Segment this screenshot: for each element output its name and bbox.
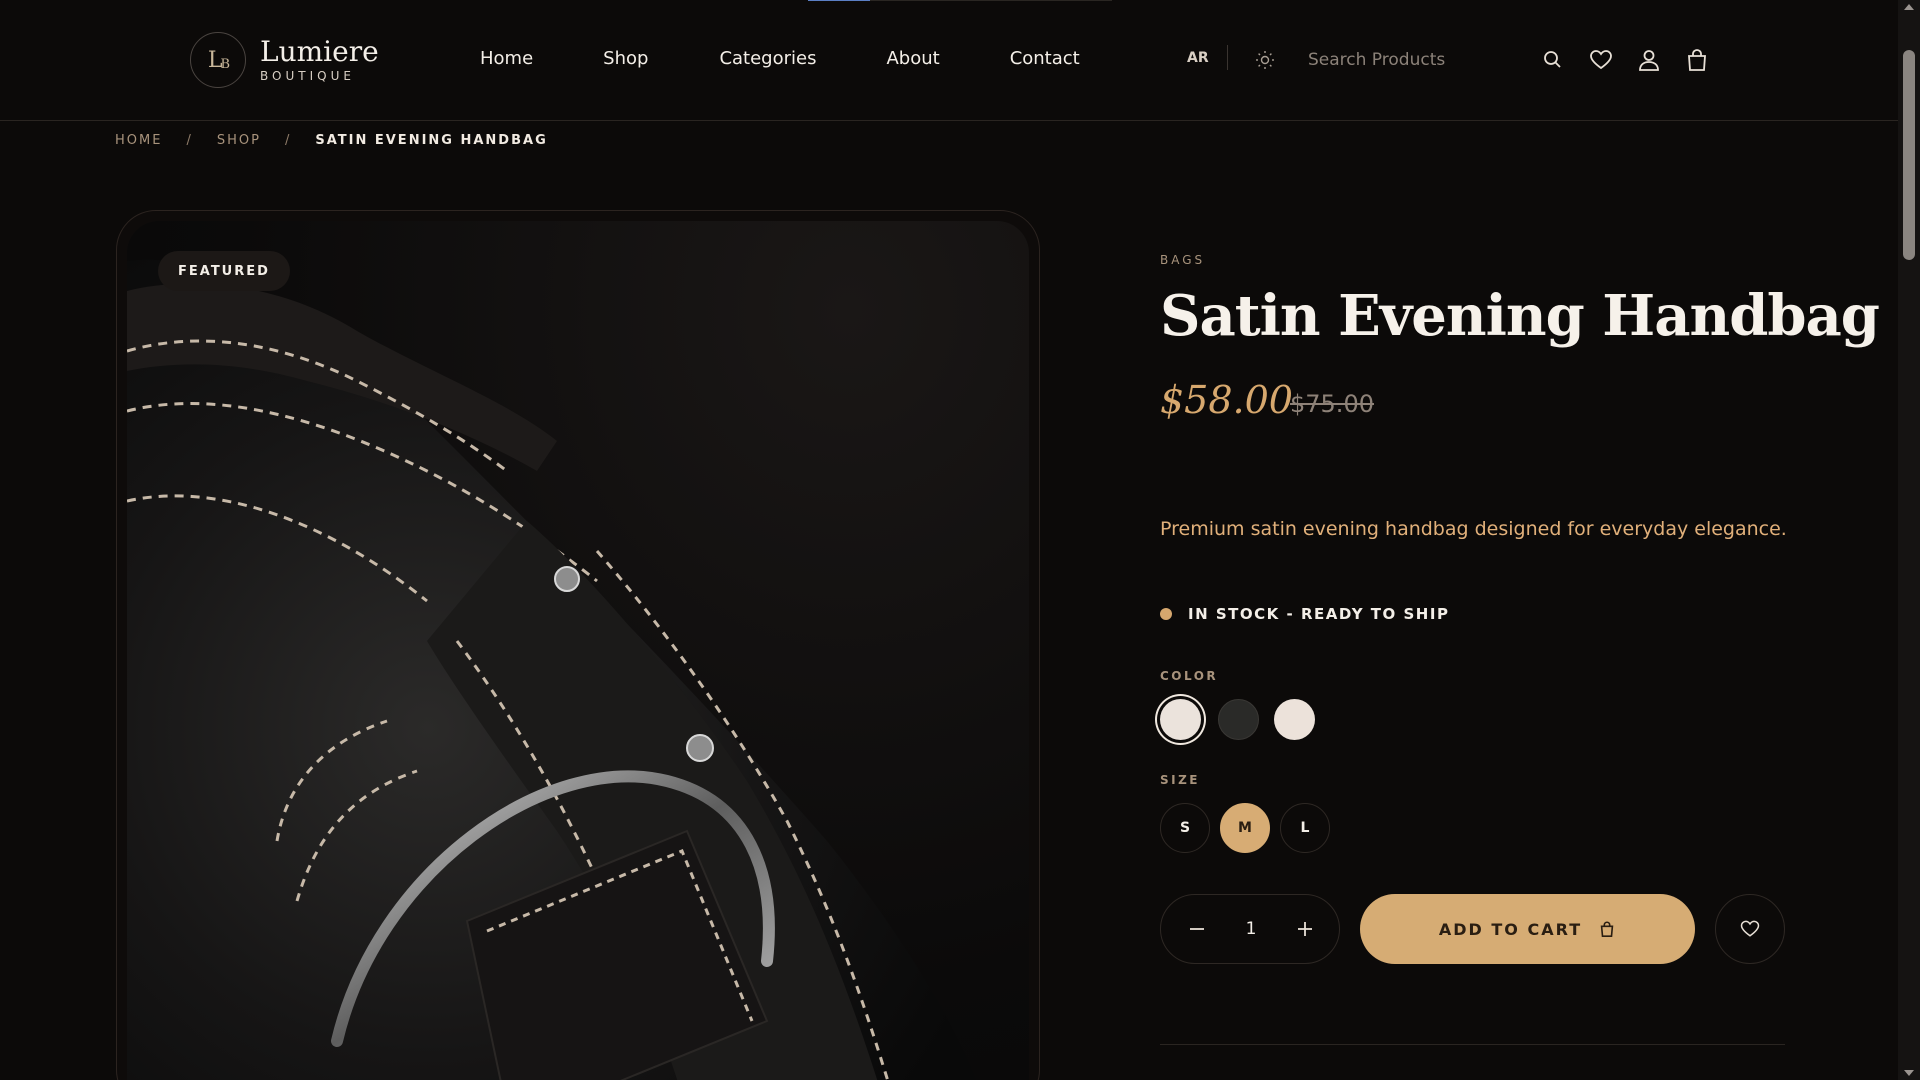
main-nav: Home Shop Categories About Contact — [480, 48, 1150, 69]
scroll-up-icon[interactable] — [1904, 4, 1914, 10]
heart-icon[interactable] — [1588, 47, 1614, 73]
theme-icon[interactable] — [1254, 49, 1276, 71]
nav-categories[interactable]: Categories — [719, 48, 816, 69]
featured-badge: FEATURED — [158, 251, 290, 291]
product-price: $58.00 — [1160, 378, 1293, 422]
nav-contact[interactable]: Contact — [1010, 48, 1080, 69]
plus-icon — [1297, 922, 1312, 936]
header-divider — [1227, 45, 1228, 70]
breadcrumb: HOME / SHOP / SATIN EVENING HANDBAG — [115, 133, 548, 148]
size-label: SIZE — [1160, 773, 1201, 787]
product-title: Satin Evening Handbag — [1160, 283, 1880, 349]
breadcrumb-current: SATIN EVENING HANDBAG — [315, 133, 548, 148]
section-divider — [1160, 1044, 1785, 1045]
logo-initial-sub: B — [220, 56, 230, 72]
product-old-price: $75.00 — [1290, 390, 1374, 418]
scroll-down-icon[interactable] — [1904, 1070, 1914, 1076]
size-option-l[interactable]: L — [1280, 803, 1330, 853]
color-swatch-ivory[interactable] — [1160, 699, 1201, 740]
minus-icon — [1190, 928, 1204, 930]
breadcrumb-home[interactable]: HOME — [115, 133, 162, 148]
wishlist-button[interactable] — [1715, 894, 1785, 964]
site-header: LB Lumiere BOUTIQUE Home Shop Categories… — [0, 0, 1898, 121]
product-category[interactable]: BAGS — [1160, 253, 1205, 267]
nav-home[interactable]: Home — [480, 48, 533, 69]
color-options — [1158, 697, 1315, 742]
size-option-m[interactable]: M — [1220, 803, 1270, 853]
language-switch[interactable]: AR — [1187, 50, 1209, 66]
color-swatch-charcoal[interactable] — [1218, 699, 1259, 740]
color-swatch-cream[interactable] — [1274, 699, 1315, 740]
brand-logo[interactable]: LB Lumiere BOUTIQUE — [190, 32, 379, 88]
stock-text: IN STOCK - READY TO SHIP — [1188, 605, 1450, 623]
search-icon[interactable] — [1540, 47, 1566, 73]
stock-dot-icon — [1160, 608, 1172, 620]
bag-icon[interactable] — [1684, 47, 1710, 73]
logo-monogram: LB — [190, 32, 246, 88]
nav-about[interactable]: About — [886, 48, 939, 69]
product-description: Premium satin evening handbag designed f… — [1160, 518, 1787, 540]
heart-icon — [1740, 920, 1760, 937]
search-input[interactable] — [1308, 45, 1528, 75]
scrollbar-thumb[interactable] — [1903, 50, 1915, 260]
page-scrollbar[interactable] — [1898, 0, 1920, 1080]
product-image-frame — [116, 210, 1040, 1080]
size-options: S M L — [1160, 803, 1330, 853]
add-to-cart-button[interactable]: ADD TO CART — [1360, 894, 1695, 964]
quantity-increase-button[interactable] — [1291, 915, 1319, 943]
quantity-decrease-button[interactable] — [1183, 915, 1211, 943]
nav-shop[interactable]: Shop — [603, 48, 648, 69]
product-image[interactable] — [127, 221, 1029, 1080]
user-icon[interactable] — [1636, 47, 1662, 73]
quantity-stepper: 1 — [1160, 894, 1340, 964]
quantity-value[interactable]: 1 — [1246, 919, 1257, 939]
brand-name: Lumiere — [260, 35, 379, 68]
brand-tagline: BOUTIQUE — [260, 69, 355, 83]
breadcrumb-separator: / — [186, 133, 193, 148]
add-to-cart-label: ADD TO CART — [1438, 919, 1583, 939]
logo-initial-main: L — [207, 47, 223, 73]
size-option-s[interactable]: S — [1160, 803, 1210, 853]
breadcrumb-shop[interactable]: SHOP — [217, 133, 261, 148]
handbag-photo — [127, 259, 977, 1080]
color-label: COLOR — [1160, 669, 1219, 683]
bag-icon — [1600, 921, 1614, 938]
stock-status: IN STOCK - READY TO SHIP — [1160, 605, 1449, 623]
breadcrumb-separator: / — [284, 133, 292, 148]
